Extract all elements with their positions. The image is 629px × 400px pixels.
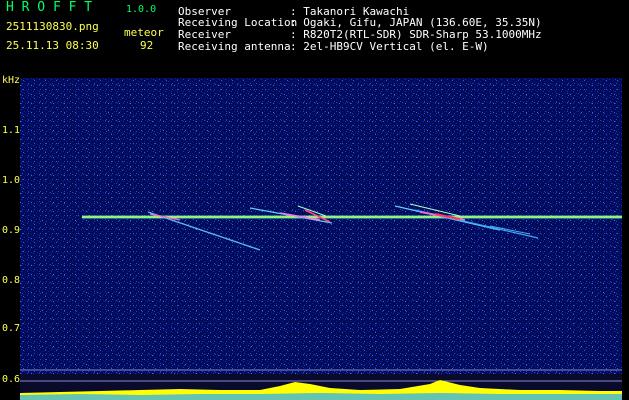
y-tick: 0.9: [2, 225, 21, 236]
file-datetime: 25.11.13 08:30: [6, 39, 99, 52]
spectrogram: [20, 78, 622, 374]
meteor-count: 92: [140, 39, 154, 52]
antenna-value: : 2el-HB9CV Vertical (el. E-W): [290, 40, 489, 53]
signal-level-svg: [20, 374, 622, 400]
spectrogram-canvas: [20, 78, 622, 374]
app-version: 1.0.0: [126, 4, 157, 15]
antenna-label: Receiving antenna: [178, 40, 291, 53]
app-title: H R O F F T: [6, 0, 93, 15]
y-tick: 0.6: [2, 374, 21, 385]
y-tick: 1.1: [2, 125, 21, 136]
header: H R O F F T 1.0.0 2511130830.png 25.11.1…: [0, 0, 629, 74]
y-axis-unit: kHz: [2, 75, 21, 86]
y-tick: 0.7: [2, 323, 21, 334]
y-tick: 1.0: [2, 175, 21, 186]
noise-overlay: [20, 78, 622, 374]
file-name: 2511130830.png: [6, 20, 99, 33]
meteor-label: meteor: [124, 26, 164, 39]
signal-level-strip: [20, 374, 622, 400]
y-tick: 0.8: [2, 275, 21, 286]
